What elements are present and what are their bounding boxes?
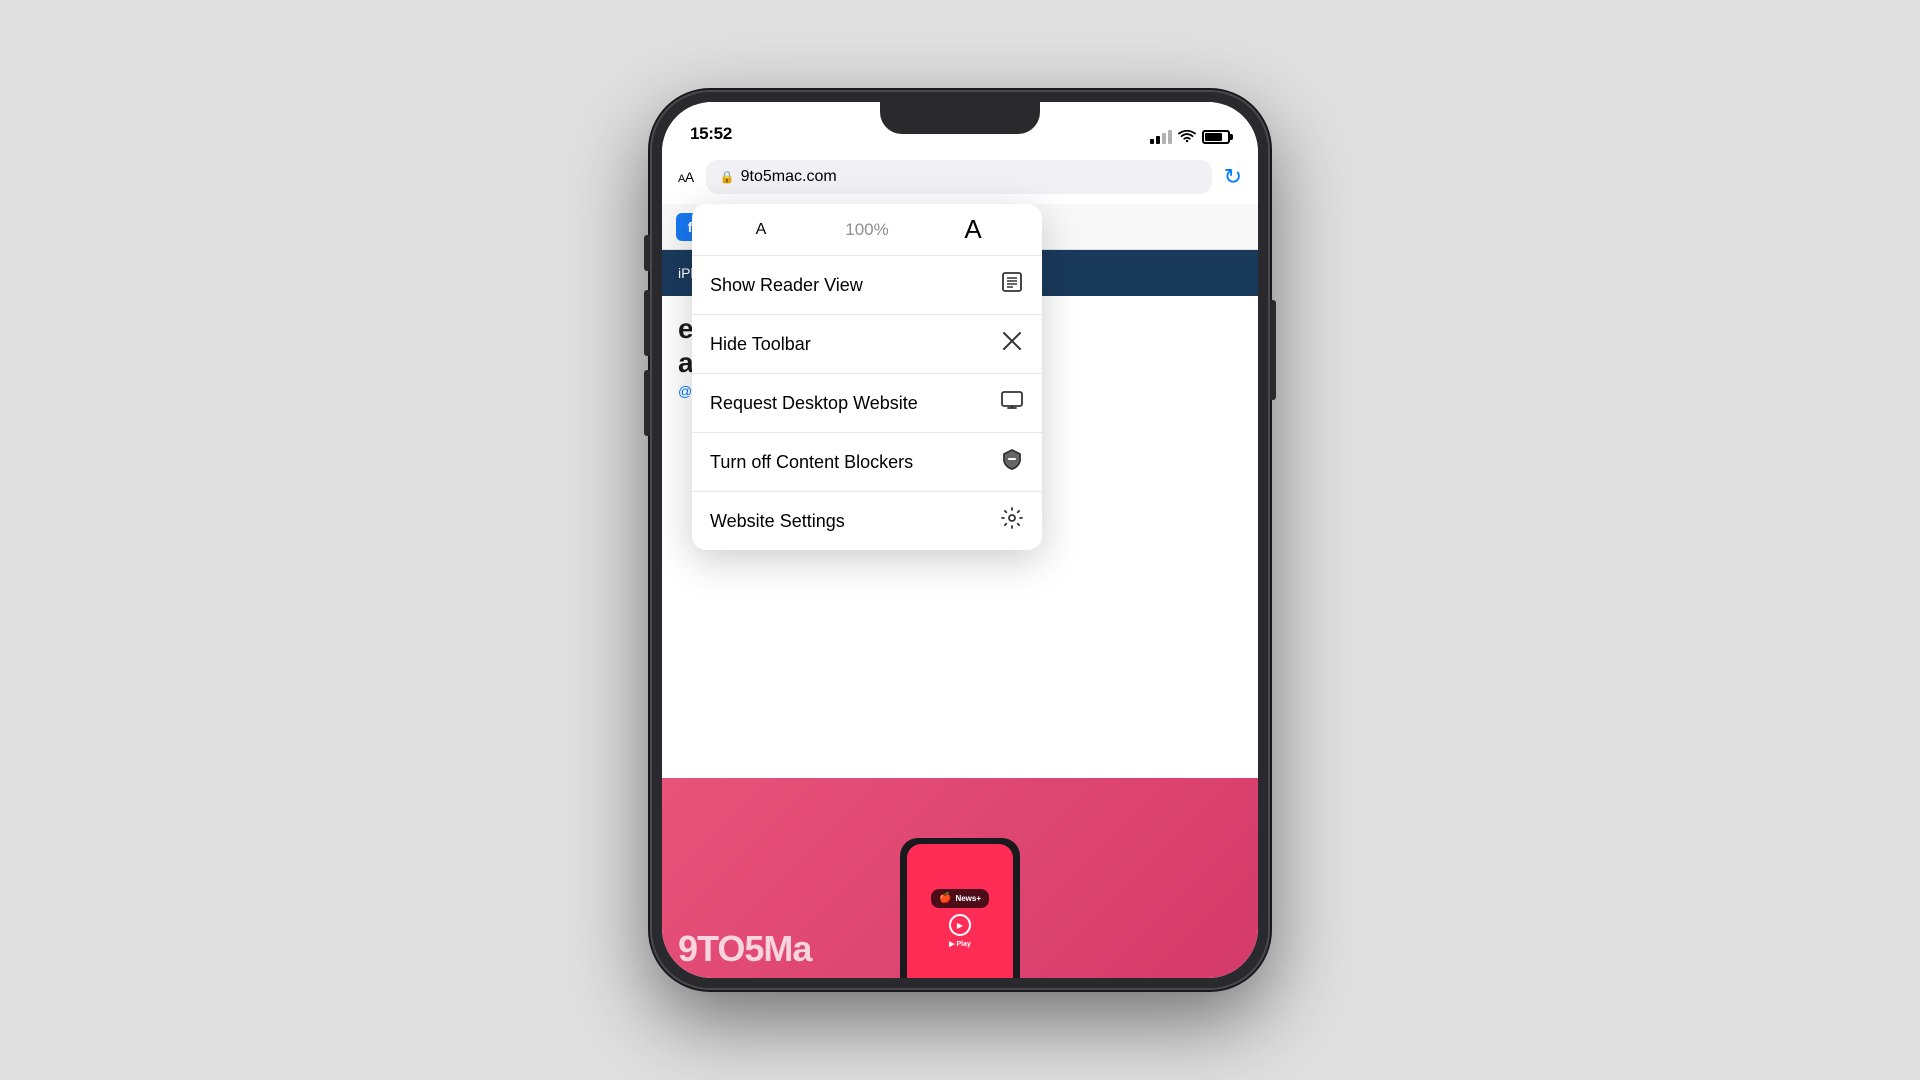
notch — [880, 102, 1040, 134]
status-icons — [1150, 130, 1230, 144]
apple-news-badge: 🍎 News+ — [931, 889, 989, 908]
hide-toolbar-item[interactable]: Hide Toolbar — [692, 315, 1042, 374]
gear-icon — [1000, 506, 1024, 536]
signal-icon — [1150, 130, 1172, 144]
website-settings-label: Website Settings — [710, 511, 845, 532]
turn-off-content-blockers-item[interactable]: Turn off Content Blockers — [692, 433, 1042, 492]
large-a-label: A — [685, 169, 694, 185]
volume-down-button — [644, 370, 650, 436]
hide-toolbar-icon — [1000, 329, 1024, 359]
volume-up-button — [644, 290, 650, 356]
reader-view-icon — [1000, 270, 1024, 300]
play-button-mini: ▶ — [949, 914, 971, 936]
turn-off-content-blockers-label: Turn off Content Blockers — [710, 452, 913, 473]
font-percent-label: 100% — [814, 220, 920, 240]
font-decrease-button[interactable]: A — [708, 221, 814, 239]
power-button — [1270, 300, 1276, 400]
website-settings-item[interactable]: Website Settings — [692, 492, 1042, 550]
mini-phone: 🍎 News+ ▶ ▶ Play — [900, 838, 1020, 978]
play-label: ▶ Play — [931, 940, 989, 948]
scene: 15:52 — [650, 90, 1270, 990]
status-time: 15:52 — [690, 124, 732, 144]
request-desktop-label: Request Desktop Website — [710, 393, 918, 414]
font-dropdown: A 100% A Show Reader View — [692, 204, 1042, 550]
wifi-icon — [1178, 130, 1196, 144]
pink-banner: 🍎 News+ ▶ ▶ Play 9TO5Ma — [662, 778, 1258, 978]
mini-screen: 🍎 News+ ▶ ▶ Play — [907, 844, 1013, 978]
hide-toolbar-label: Hide Toolbar — [710, 334, 811, 355]
small-a-label: A — [678, 173, 685, 185]
address-bar[interactable]: AA 🔒 9to5mac.com ↻ — [662, 152, 1258, 202]
mute-button — [644, 235, 650, 271]
apple-logo: 🍎 — [939, 893, 951, 904]
shield-icon — [1000, 447, 1024, 477]
battery-icon — [1202, 130, 1230, 144]
news-plus-label: News+ — [955, 894, 981, 903]
mini-screen-content: 🍎 News+ ▶ ▶ Play — [931, 888, 989, 948]
banner-text: 9TO5Ma — [678, 928, 811, 970]
url-text: 9to5mac.com — [741, 168, 837, 186]
aa-button[interactable]: AA — [678, 169, 694, 185]
battery-fill — [1205, 133, 1222, 141]
font-increase-button[interactable]: A — [920, 214, 1026, 245]
lock-icon: 🔒 — [720, 170, 735, 184]
show-reader-view-item[interactable]: Show Reader View — [692, 256, 1042, 315]
url-bar[interactable]: 🔒 9to5mac.com — [706, 160, 1212, 194]
show-reader-view-label: Show Reader View — [710, 275, 863, 296]
iphone-screen: 15:52 — [662, 102, 1258, 978]
desktop-icon — [1000, 388, 1024, 418]
request-desktop-item[interactable]: Request Desktop Website — [692, 374, 1042, 433]
font-size-row: A 100% A — [692, 204, 1042, 256]
reload-button[interactable]: ↻ — [1224, 164, 1242, 190]
